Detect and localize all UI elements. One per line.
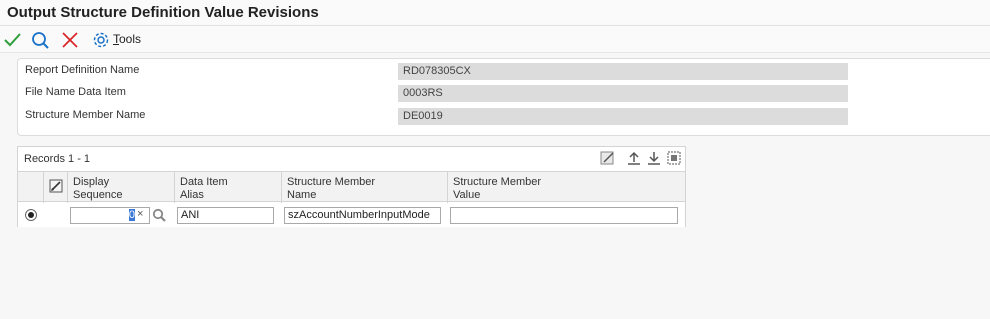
toolbar: Tools bbox=[0, 26, 990, 53]
expand-grid-icon[interactable] bbox=[666, 150, 682, 166]
structure-member-name-input[interactable]: szAccountNumberInputMode bbox=[284, 207, 441, 224]
column-structure-member-value-line1: Structure Member bbox=[453, 176, 542, 188]
tools-menu-label: ools bbox=[119, 32, 142, 46]
grid-panel: Records 1 - 1 Display Sequence Data Item… bbox=[17, 146, 686, 227]
structure-member-name-label: Structure Member Name bbox=[25, 109, 146, 121]
column-display-sequence[interactable]: Display Sequence bbox=[68, 172, 175, 203]
structure-member-value-input[interactable] bbox=[450, 207, 678, 224]
structure-member-name-field: DE0019 bbox=[398, 108, 848, 125]
personalize-grid-icon[interactable] bbox=[600, 150, 616, 166]
table-row[interactable]: 0 × ANI szAccountNumberInputMode bbox=[18, 203, 685, 227]
row-selector[interactable] bbox=[18, 203, 44, 227]
row-radio-button[interactable] bbox=[25, 209, 37, 221]
report-definition-name-label: Report Definition Name bbox=[25, 64, 140, 76]
file-name-data-item-field: 0003RS bbox=[398, 85, 848, 102]
close-icon[interactable] bbox=[60, 30, 80, 50]
column-structure-member-name-line1: Structure Member bbox=[287, 176, 376, 188]
data-item-alias-input[interactable]: ANI bbox=[177, 207, 274, 224]
file-name-data-item-label: File Name Data Item bbox=[25, 86, 126, 98]
clear-icon[interactable]: × bbox=[137, 208, 143, 220]
title-bar: Output Structure Definition Value Revisi… bbox=[0, 0, 990, 26]
column-display-sequence-line2: Sequence bbox=[73, 189, 123, 201]
tools-menu[interactable]: Tools bbox=[113, 32, 141, 46]
page-title: Output Structure Definition Value Revisi… bbox=[7, 4, 319, 21]
edit-icon[interactable] bbox=[49, 179, 63, 193]
column-data-item-alias[interactable]: Data Item Alias bbox=[175, 172, 282, 203]
header-form: Report Definition Name RD078305CX File N… bbox=[17, 58, 990, 136]
report-definition-name-field: RD078305CX bbox=[398, 63, 848, 80]
search-icon[interactable] bbox=[30, 30, 50, 50]
edit-column-header bbox=[44, 172, 68, 203]
column-display-sequence-line1: Display bbox=[73, 176, 110, 188]
column-structure-member-value[interactable]: Structure Member Value bbox=[448, 172, 685, 203]
grid-header: Display Sequence Data Item Alias Structure… bbox=[18, 171, 685, 203]
records-count: Records 1 - 1 bbox=[24, 153, 91, 165]
search-icon[interactable] bbox=[152, 208, 166, 222]
column-structure-member-name[interactable]: Structure Member Name bbox=[282, 172, 448, 203]
column-structure-member-name-line2: Name bbox=[287, 189, 317, 201]
column-data-item-alias-line1: Data Item bbox=[180, 176, 228, 188]
display-sequence-value: 0 bbox=[128, 209, 135, 221]
gear-icon[interactable] bbox=[91, 30, 111, 50]
row-selector-column bbox=[18, 172, 44, 203]
check-icon[interactable] bbox=[3, 30, 23, 50]
import-icon[interactable] bbox=[646, 150, 662, 166]
column-structure-member-value-line2: Value bbox=[453, 189, 481, 201]
column-data-item-alias-line2: Alias bbox=[180, 189, 204, 201]
export-icon[interactable] bbox=[626, 150, 642, 166]
